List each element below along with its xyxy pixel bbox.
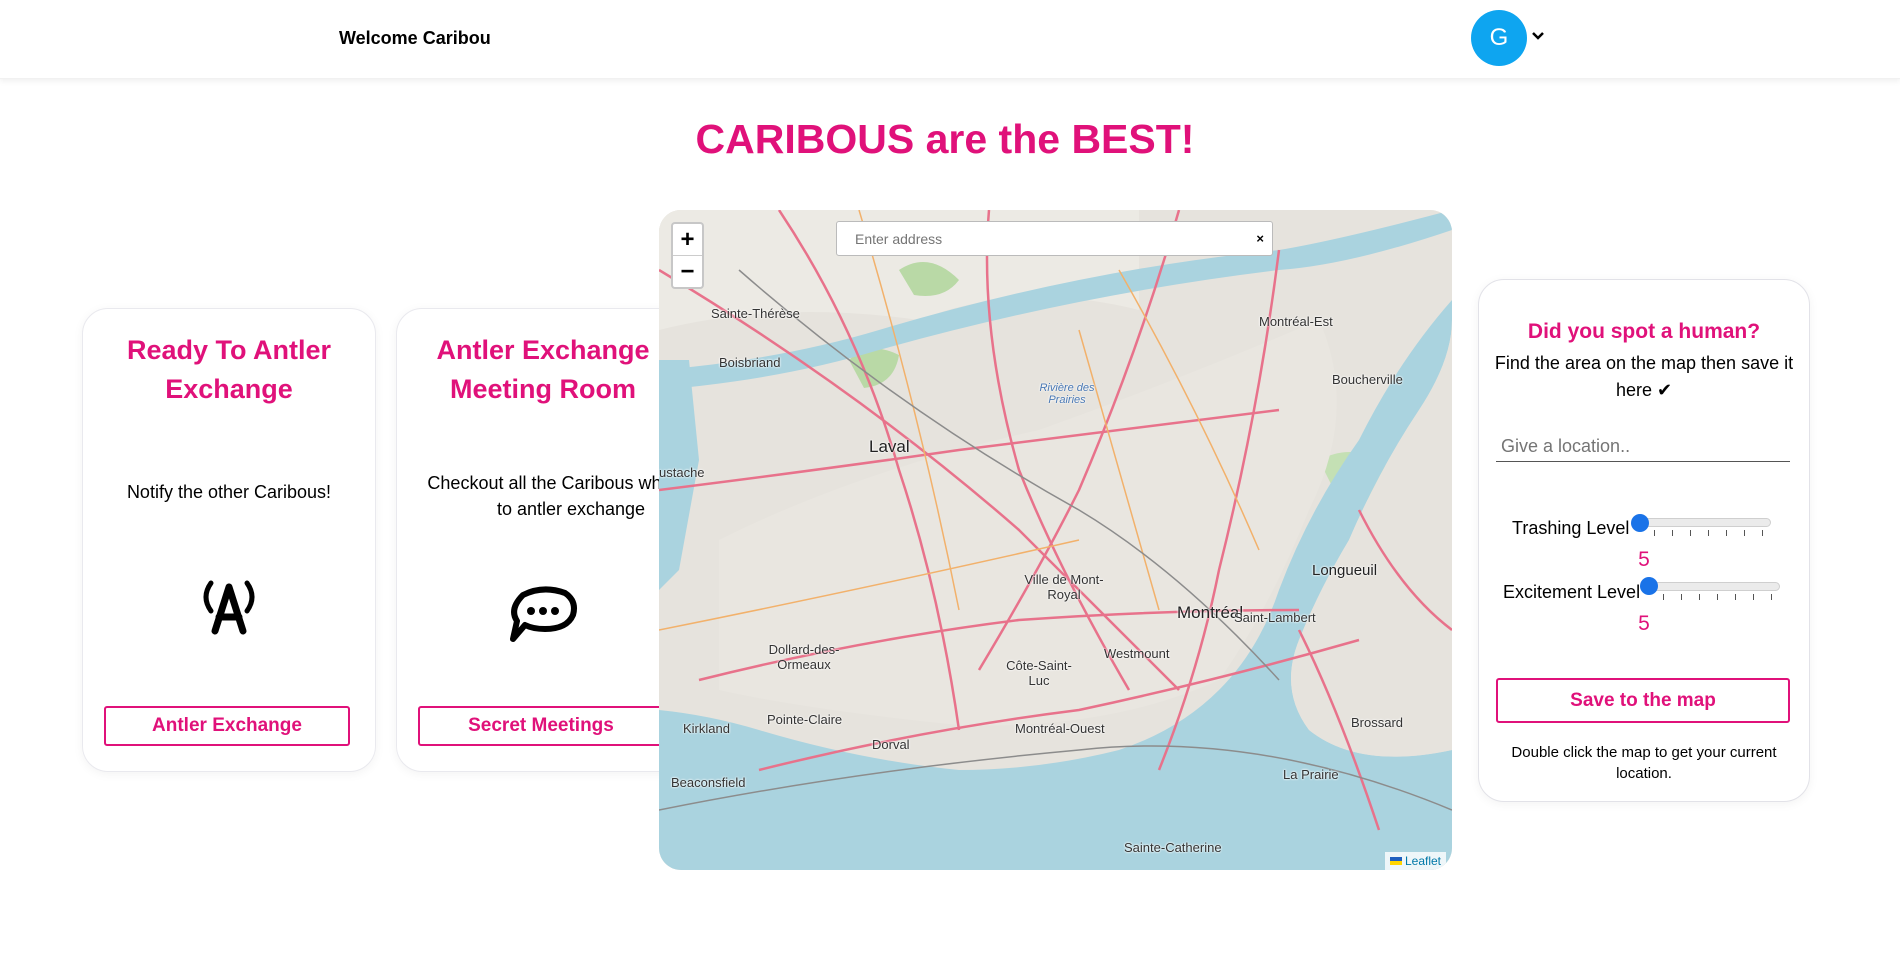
panel-title: Did you spot a human? bbox=[1527, 320, 1761, 343]
map-label-kirkland: Kirkland bbox=[683, 721, 730, 736]
ukraine-flag-icon bbox=[1389, 857, 1402, 865]
meeting-room-card: Antler Exchange Meeting Room Checkout al… bbox=[396, 308, 690, 772]
leaflet-link[interactable]: Leaflet bbox=[1405, 854, 1441, 868]
save-to-map-button[interactable]: Save to the map bbox=[1496, 678, 1790, 723]
card-title: Ready To Antler Exchange bbox=[126, 335, 332, 404]
address-input[interactable] bbox=[853, 230, 1237, 248]
user-avatar[interactable]: G bbox=[1471, 10, 1527, 66]
trashing-level-label: Trashing Level bbox=[1512, 518, 1630, 538]
location-input[interactable] bbox=[1496, 432, 1790, 462]
map-attribution[interactable]: Leaflet bbox=[1384, 852, 1446, 870]
map-label-longueuil: Longueuil bbox=[1312, 562, 1378, 579]
map-label-cote-saint-luc: Côte-Saint-Luc bbox=[1006, 658, 1072, 688]
map-label-dorval: Dorval bbox=[872, 737, 910, 752]
card-description: Notify the other Caribous! bbox=[126, 482, 332, 502]
map-label-boisbriand: Boisbriand bbox=[719, 355, 781, 370]
map-label-ville-mont-royal: Ville de Mont-Royal bbox=[1024, 572, 1104, 602]
map-label-la-prairie: La Prairie bbox=[1283, 767, 1339, 782]
radio-tower-icon bbox=[203, 580, 255, 635]
antler-exchange-card: Ready To Antler Exchange Notify the othe… bbox=[82, 308, 376, 772]
map-label-montreal-est: Montréal-Est bbox=[1259, 314, 1333, 329]
secret-meetings-button[interactable]: Secret Meetings bbox=[418, 706, 664, 746]
map-label-montreal-ouest: Montréal-Ouest bbox=[1015, 721, 1105, 736]
address-search: × bbox=[836, 221, 1273, 256]
antler-exchange-button[interactable]: Antler Exchange bbox=[104, 706, 350, 746]
page-headline: CARIBOUS are the BEST! bbox=[695, 116, 1195, 162]
excitement-level-value: 5 bbox=[1638, 612, 1650, 635]
map-label-sainte-therese: Sainte-Thérèse bbox=[711, 306, 800, 321]
map-label-beaconsfield: Beaconsfield bbox=[671, 775, 746, 790]
map-label-laval: Laval bbox=[869, 437, 910, 456]
zoom-in-button[interactable]: + bbox=[673, 224, 702, 256]
chat-bubble-icon bbox=[510, 586, 577, 642]
card-title: Antler Exchange Meeting Room bbox=[436, 335, 650, 404]
human-spotting-panel: Did you spot a human? Find the area on t… bbox=[1478, 279, 1810, 802]
welcome-text: Welcome Caribou bbox=[339, 28, 491, 48]
panel-description: Find the area on the map then save it he… bbox=[1494, 353, 1794, 400]
map-label-pointe-claire: Pointe-Claire bbox=[767, 712, 843, 727]
map-label-brossard: Brossard bbox=[1351, 715, 1404, 730]
map-label-westmount: Westmount bbox=[1104, 646, 1170, 661]
map-label-deux-montagnes: ustache bbox=[659, 465, 705, 480]
chevron-down-icon[interactable] bbox=[1530, 28, 1546, 44]
map-label-boucherville: Boucherville bbox=[1332, 372, 1403, 387]
double-click-hint: Double click the map to get your current… bbox=[1511, 744, 1777, 782]
map-label-riviere-des-prairies: Rivière des Prairies bbox=[1039, 382, 1095, 406]
map-label-sainte-catherine: Sainte-Catherine bbox=[1124, 840, 1222, 855]
clear-address-button[interactable]: × bbox=[1256, 231, 1264, 246]
map-label-dollard: Dollard-des-Ormeaux bbox=[768, 642, 840, 672]
trashing-level-value: 5 bbox=[1638, 548, 1650, 571]
card-description: Checkout all the Caribous who want to an… bbox=[427, 473, 690, 519]
zoom-control: + − bbox=[671, 222, 704, 289]
zoom-out-button[interactable]: − bbox=[673, 256, 702, 287]
top-navbar: Welcome Caribou G bbox=[0, 0, 1900, 79]
excitement-level-label: Excitement Level bbox=[1503, 582, 1641, 602]
map-view[interactable]: Laval Montréal Longueuil Sainte-Thérèse … bbox=[659, 210, 1452, 870]
map-label-saint-lambert: Saint-Lambert bbox=[1234, 610, 1316, 625]
